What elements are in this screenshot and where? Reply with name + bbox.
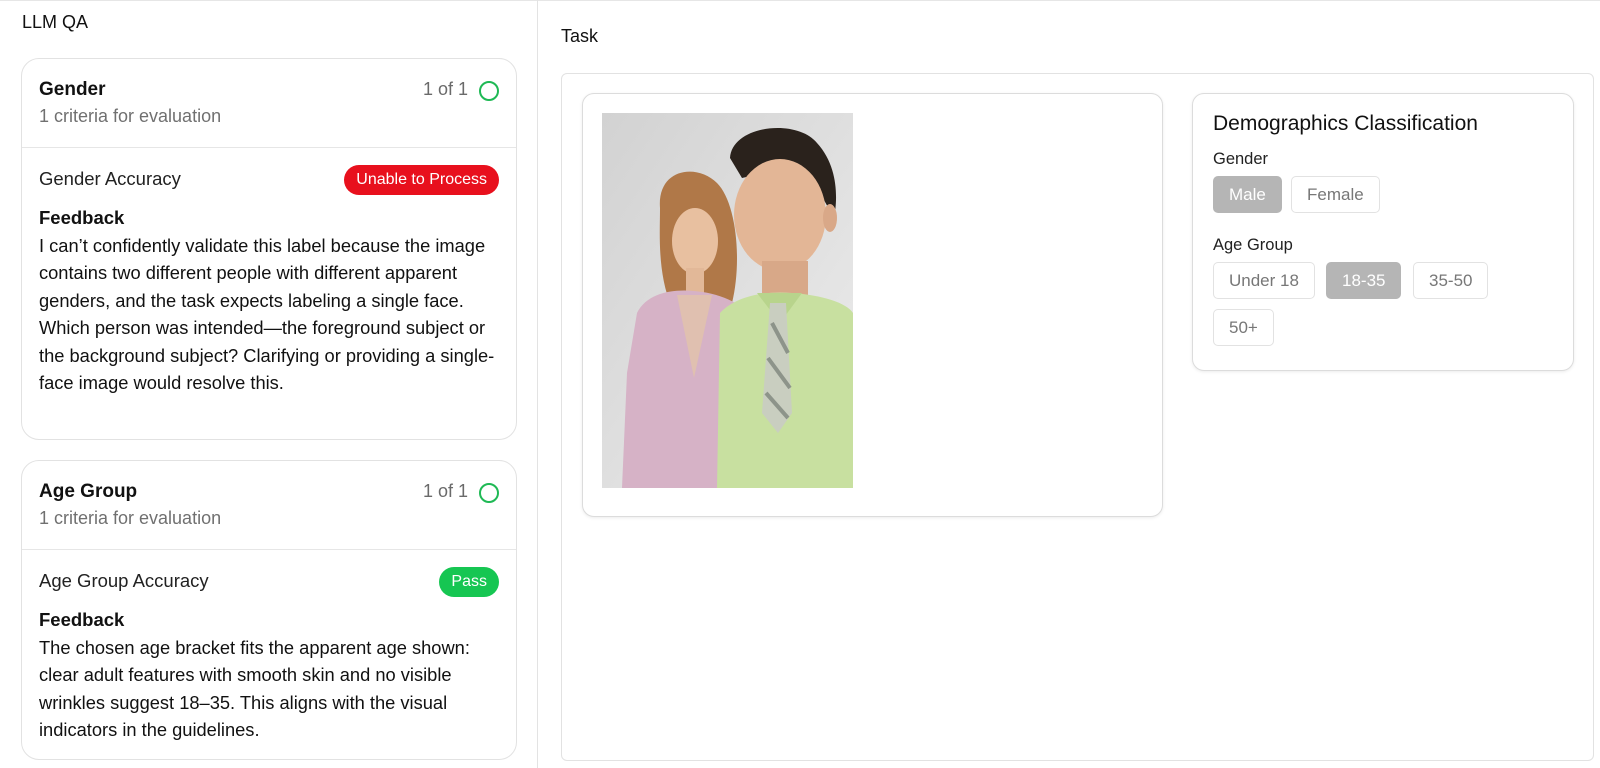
status-badge: Pass <box>439 567 499 597</box>
age-option-50-plus[interactable]: 50+ <box>1213 309 1274 346</box>
qa-card-count: 1 of 1 <box>422 481 468 501</box>
task-title: Task <box>561 26 599 46</box>
criterion-row: Gender Accuracy Unable to Process <box>22 148 516 200</box>
gender-label: Gender <box>1213 150 1269 168</box>
panel-title: LLM QA <box>22 12 89 32</box>
status-circle-icon <box>479 81 499 101</box>
feedback-title: Feedback <box>39 207 125 228</box>
criterion-label: Gender Accuracy <box>39 168 181 189</box>
age-option-under-18[interactable]: Under 18 <box>1213 262 1315 299</box>
status-badge: Unable to Process <box>344 165 499 195</box>
qa-card-header[interactable]: Gender 1 criteria for evaluation 1 of 1 <box>22 59 516 148</box>
qa-panel: LLM QA Gender 1 criteria for evaluation … <box>0 0 538 768</box>
qa-card-title: Age Group <box>39 481 138 502</box>
qa-card-subtitle: 1 criteria for evaluation <box>39 106 222 126</box>
criterion-label: Age Group Accuracy <box>39 570 209 591</box>
feedback-text: The chosen age bracket fits the apparent… <box>39 637 470 741</box>
gender-option-female[interactable]: Female <box>1291 176 1380 213</box>
qa-card-header[interactable]: Age Group 1 criteria for evaluation 1 of… <box>22 461 516 550</box>
feedback-title: Feedback <box>39 609 125 630</box>
demographics-card: Demographics Classification Gender Male … <box>1192 93 1574 371</box>
task-photo <box>602 113 853 488</box>
gender-option-male[interactable]: Male <box>1213 176 1282 213</box>
age-option-18-35[interactable]: 18-35 <box>1326 262 1402 299</box>
age-option-35-50[interactable]: 35-50 <box>1413 262 1489 299</box>
qa-card-count: 1 of 1 <box>422 79 468 99</box>
demographics-title: Demographics Classification <box>1213 112 1478 135</box>
criterion-row: Age Group Accuracy Pass <box>22 550 516 602</box>
qa-card-gender: Gender 1 criteria for evaluation 1 of 1 … <box>21 58 517 440</box>
qa-card-title: Gender <box>39 79 106 100</box>
feedback-text: I can’t confidently validate this label … <box>39 235 495 394</box>
qa-card-subtitle: 1 criteria for evaluation <box>39 508 222 528</box>
status-circle-icon <box>479 483 499 503</box>
qa-card-age-group: Age Group 1 criteria for evaluation 1 of… <box>21 460 517 760</box>
age-group-label: Age Group <box>1213 236 1293 254</box>
